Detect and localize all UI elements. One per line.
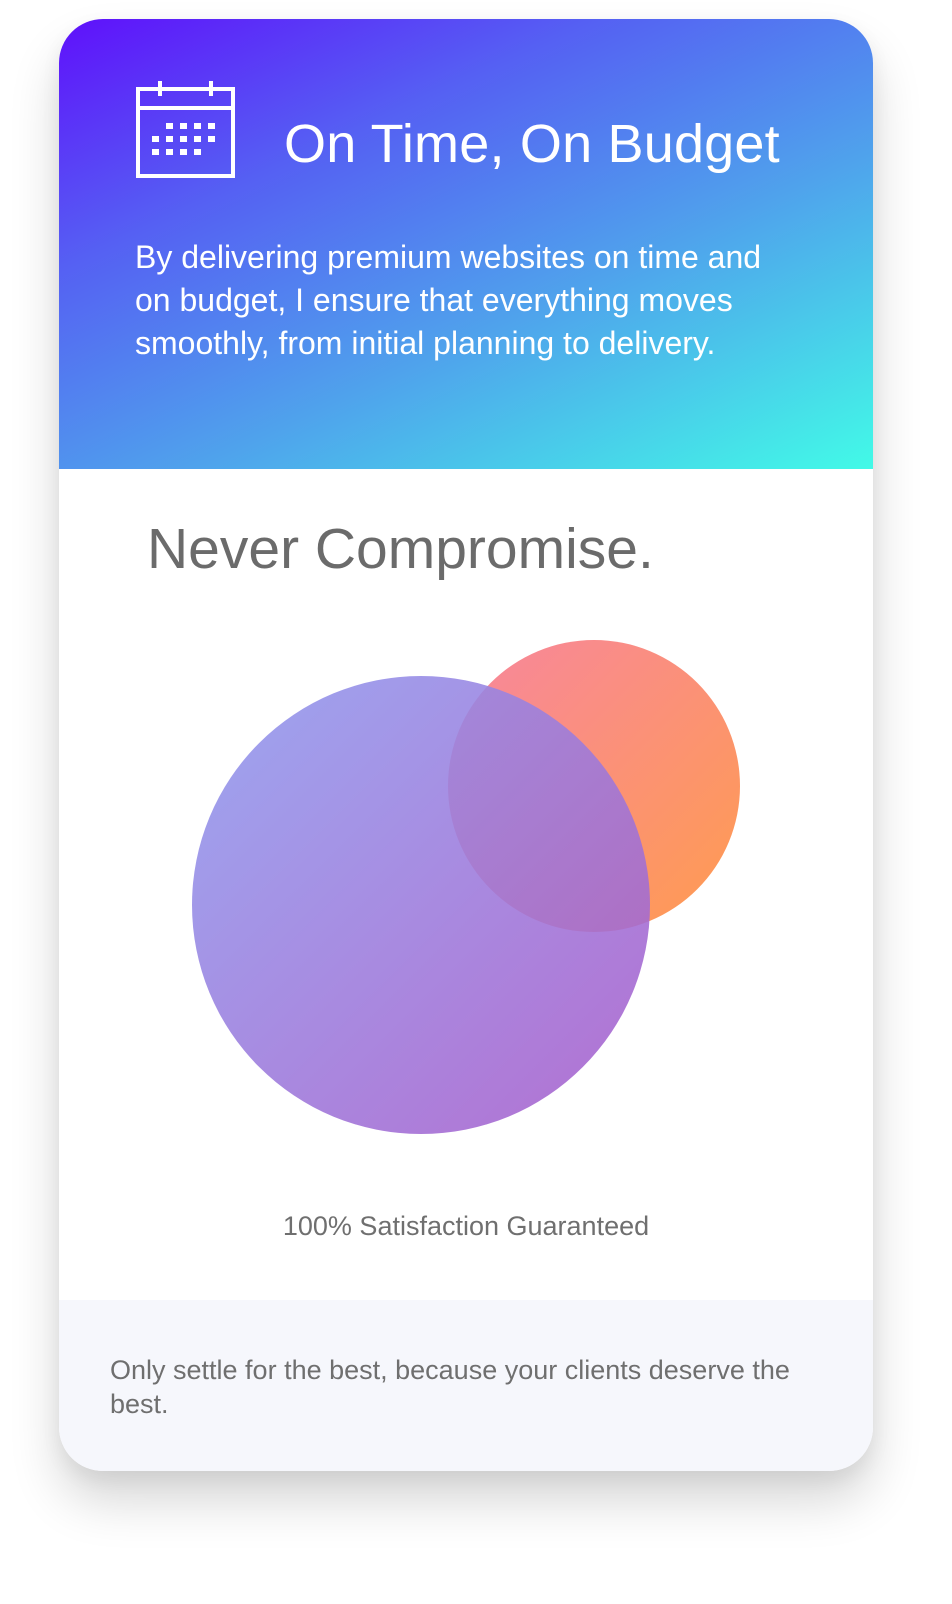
feature-card: On Time, On Budget By delivering premium… [59, 19, 873, 1471]
footer-text: Only settle for the best, because your c… [110, 1355, 790, 1419]
section-headline: Never Compromise. [147, 517, 654, 581]
card-footer: Only settle for the best, because your c… [59, 1300, 873, 1471]
hero-description: By delivering premium websites on time a… [135, 239, 762, 361]
guarantee-text: 100% Satisfaction Guaranteed [282, 1211, 650, 1241]
calendar-icon [136, 81, 235, 178]
hero-title: On Time, On Budget [284, 114, 780, 174]
large-circle [192, 676, 650, 1134]
hero-banner: On Time, On Budget By delivering premium… [59, 19, 873, 469]
small-circle [448, 640, 740, 932]
